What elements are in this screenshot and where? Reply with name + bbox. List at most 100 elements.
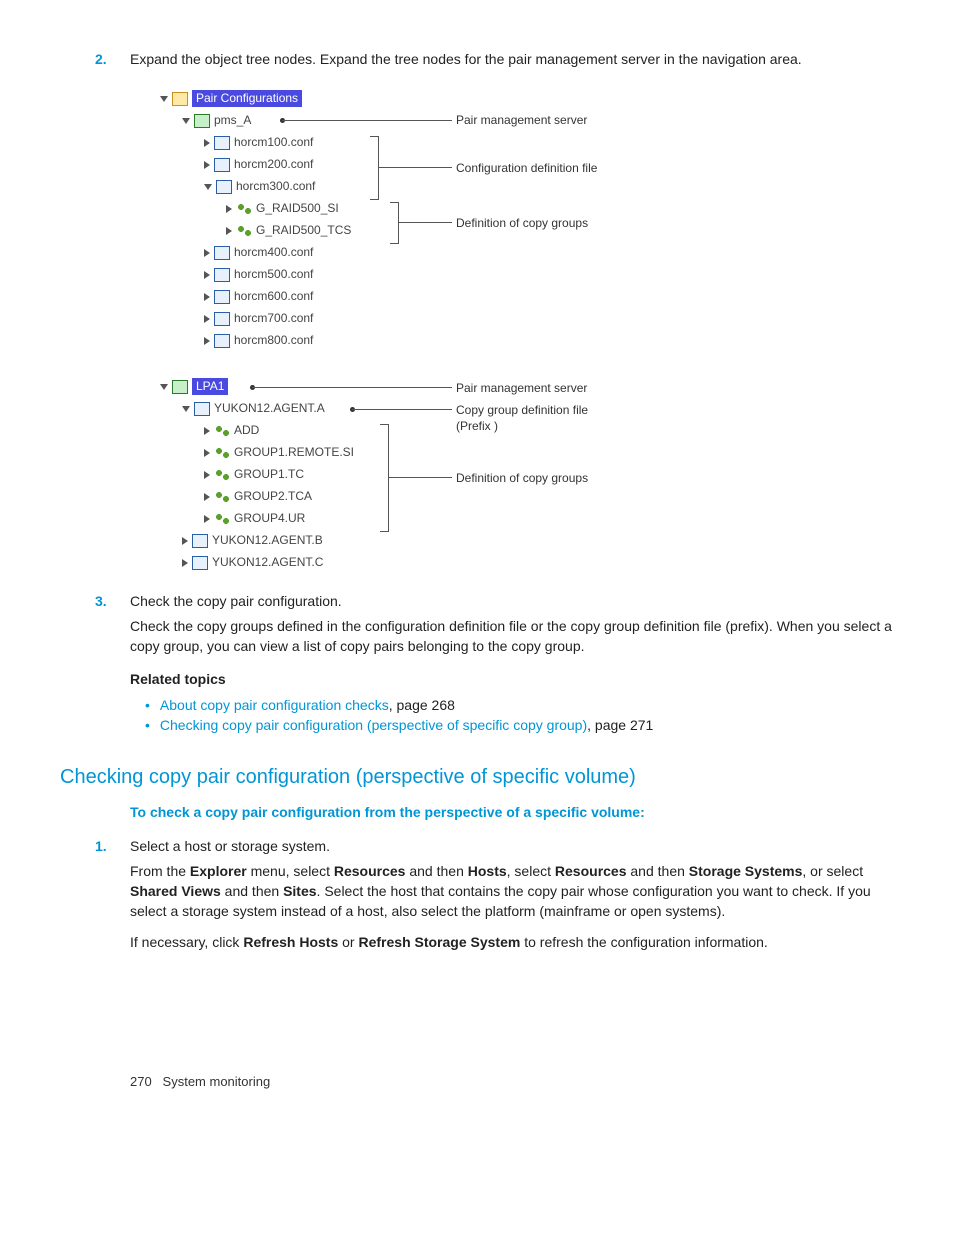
tree-node: horcm400.conf	[234, 244, 313, 261]
tree-node: YUKON12.AGENT.B	[212, 532, 323, 549]
expand-right-icon	[204, 315, 210, 323]
expand-right-icon	[204, 337, 210, 345]
tree-node: G_RAID500_TCS	[256, 222, 351, 239]
group-icon	[214, 468, 230, 482]
step-text: Select a host or storage system.	[130, 838, 330, 854]
file-icon	[214, 246, 230, 260]
callout-line	[252, 387, 452, 388]
file-icon	[214, 136, 230, 150]
expand-right-icon	[182, 559, 188, 567]
callout-text: Pair management server	[456, 380, 587, 397]
tree-node: horcm600.conf	[234, 288, 313, 305]
tree-node: horcm800.conf	[234, 332, 313, 349]
expand-down-icon	[160, 384, 168, 390]
step-1: 1. Select a host or storage system. From…	[130, 837, 894, 953]
tree-node: horcm200.conf	[234, 156, 313, 173]
page-number: 270	[130, 1074, 152, 1089]
expand-right-icon	[226, 205, 232, 213]
folder-icon	[172, 92, 188, 106]
step-number: 1.	[95, 837, 107, 857]
tree-root: Pair Configurations	[192, 90, 302, 107]
chapter-title: System monitoring	[163, 1074, 271, 1089]
related-page: , page 268	[389, 697, 455, 713]
tree-node: GROUP1.REMOTE.SI	[234, 444, 354, 461]
expand-right-icon	[226, 227, 232, 235]
group-icon	[236, 224, 252, 238]
expand-down-icon	[204, 184, 212, 190]
related-page: , page 271	[587, 717, 653, 733]
related-link[interactable]: Checking copy pair configuration (perspe…	[160, 717, 587, 733]
expand-right-icon	[204, 493, 210, 501]
tree-node: YUKON12.AGENT.C	[212, 554, 323, 571]
tree-node: horcm300.conf	[236, 178, 315, 195]
group-icon	[214, 424, 230, 438]
callout-line	[352, 409, 452, 410]
step-number: 3.	[95, 592, 107, 612]
related-item: Checking copy pair configuration (perspe…	[145, 716, 894, 736]
procedure-heading: To check a copy pair configuration from …	[130, 803, 894, 823]
callout-line	[378, 167, 452, 168]
expand-right-icon	[204, 471, 210, 479]
expand-right-icon	[204, 515, 210, 523]
expand-right-icon	[182, 537, 188, 545]
expand-right-icon	[204, 161, 210, 169]
expand-right-icon	[204, 139, 210, 147]
step-text: Check the copy pair configuration.	[130, 593, 342, 609]
step-subtext: Check the copy groups defined in the con…	[130, 617, 894, 656]
tree-node: GROUP1.TC	[234, 466, 304, 483]
agent-icon	[192, 556, 208, 570]
callout-bracket	[380, 424, 389, 532]
tree-node: horcm500.conf	[234, 266, 313, 283]
step-paragraph: From the Explorer menu, select Resources…	[130, 862, 894, 921]
file-icon	[214, 312, 230, 326]
expand-right-icon	[204, 427, 210, 435]
expand-right-icon	[204, 449, 210, 457]
group-icon	[236, 202, 252, 216]
file-icon	[214, 334, 230, 348]
file-icon	[216, 180, 232, 194]
server-icon	[194, 114, 210, 128]
callout-bracket	[390, 202, 399, 244]
tree-node: horcm100.conf	[234, 134, 313, 151]
related-item: About copy pair configuration checks, pa…	[145, 696, 894, 716]
expand-down-icon	[182, 118, 190, 124]
callout-text: Pair management server	[456, 112, 587, 129]
file-icon	[214, 290, 230, 304]
tree-node: YUKON12.AGENT.A	[214, 400, 325, 417]
step-3: 3. Check the copy pair configuration. Ch…	[130, 592, 894, 657]
tree-node: G_RAID500_SI	[256, 200, 339, 217]
file-icon	[214, 268, 230, 282]
tree-figure-1: Pair Configurations pms_A horcm100.conf …	[160, 88, 894, 574]
expand-right-icon	[204, 249, 210, 257]
tree-node: GROUP2.TCA	[234, 488, 312, 505]
related-topics-heading: Related topics	[130, 670, 894, 690]
step-text: Expand the object tree nodes. Expand the…	[130, 51, 802, 67]
callout-line	[388, 477, 452, 478]
callout-bracket	[370, 136, 379, 200]
expand-right-icon	[204, 293, 210, 301]
page-footer: 270 System monitoring	[60, 1073, 894, 1091]
callout-text: Definition of copy groups	[456, 215, 588, 232]
related-topics-list: About copy pair configuration checks, pa…	[145, 696, 894, 735]
group-icon	[214, 446, 230, 460]
server-icon	[172, 380, 188, 394]
step-paragraph: If necessary, click Refresh Hosts or Ref…	[130, 933, 894, 953]
group-icon	[214, 490, 230, 504]
expand-right-icon	[204, 271, 210, 279]
section-heading: Checking copy pair configuration (perspe…	[60, 763, 894, 791]
step-number: 2.	[95, 50, 107, 70]
related-link[interactable]: About copy pair configuration checks	[160, 697, 389, 713]
tree-node: GROUP4.UR	[234, 510, 305, 527]
callout-line	[398, 222, 452, 223]
group-icon	[214, 512, 230, 526]
tree-node: ADD	[234, 422, 259, 439]
step-2: 2. Expand the object tree nodes. Expand …	[130, 50, 894, 574]
tree-node: horcm700.conf	[234, 310, 313, 327]
file-icon	[214, 158, 230, 172]
callout-text: Definition of copy groups	[456, 470, 588, 487]
callout-line	[282, 120, 452, 121]
callout-text: Configuration definition file	[456, 160, 597, 177]
callout-text: Copy group definition file (Prefix )	[456, 402, 616, 436]
tree-node: pms_A	[214, 112, 251, 129]
tree-root: LPA1	[192, 378, 228, 395]
